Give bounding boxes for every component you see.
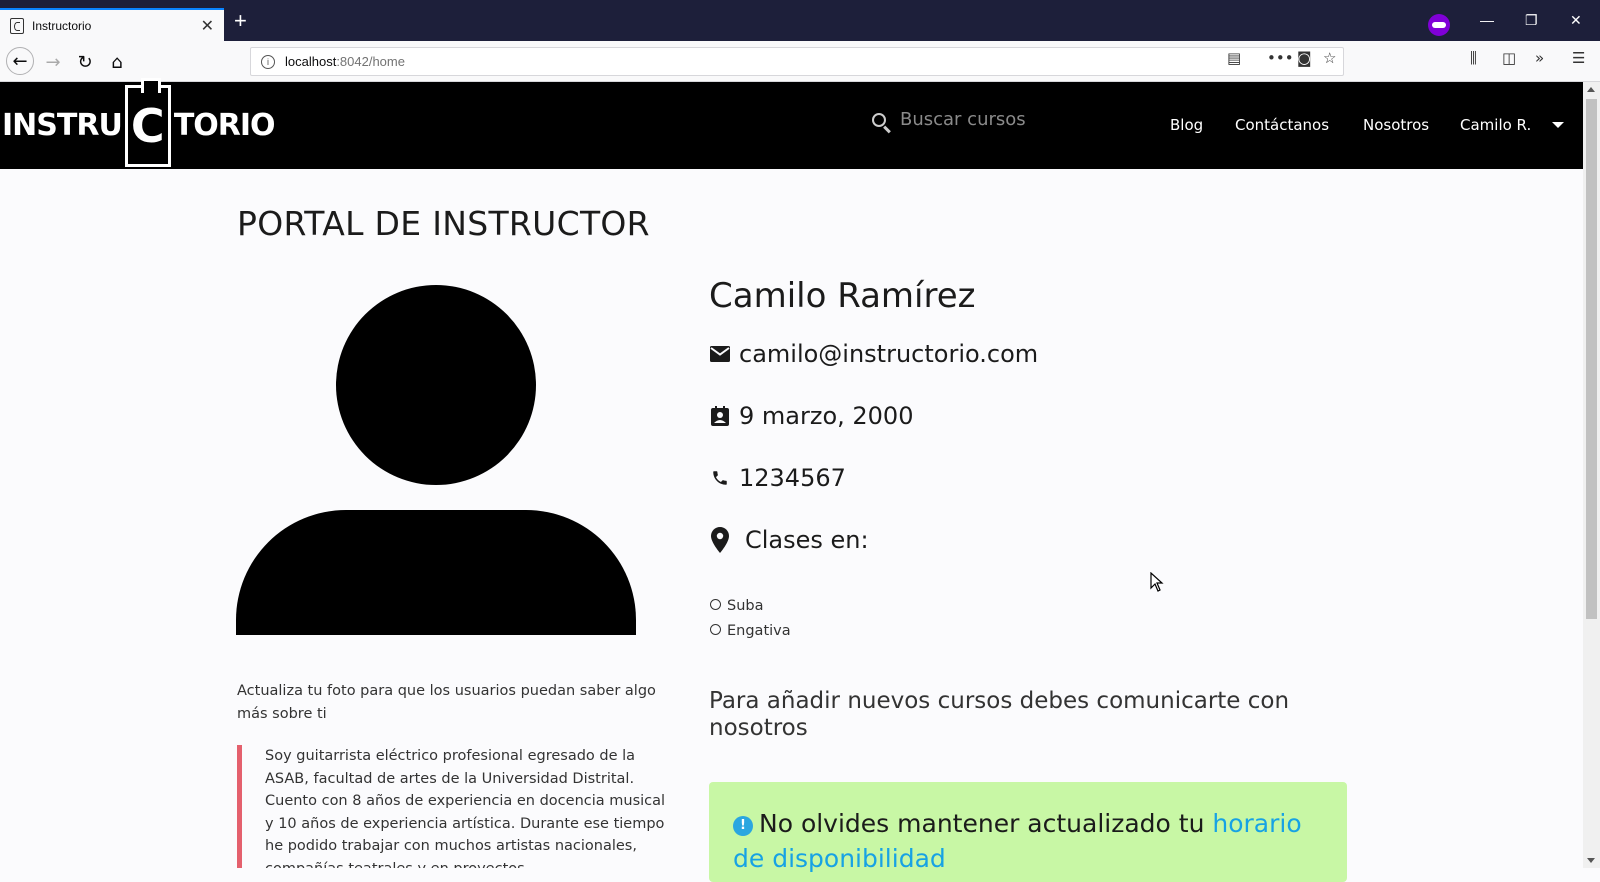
bullet-icon — [710, 599, 721, 610]
alert-text: No olvides mantener actualizado tu — [759, 809, 1213, 838]
location-list: Suba Engativa — [710, 594, 791, 644]
clipboard-logo-icon: C — [124, 77, 171, 167]
birthdate-row: 9 marzo, 2000 — [709, 402, 913, 430]
nav-user-menu[interactable]: Camilo R. — [1460, 116, 1531, 134]
alert-badge-icon: ! — [733, 816, 753, 836]
url-text: localhost:8042/home — [285, 54, 405, 69]
browser-tabbar: Instructorio ✕ + — ❐ ✕ — [0, 0, 1600, 41]
location-name: Suba — [727, 598, 764, 614]
browser-navbar: ← → ↻ ⌂ i localhost:8042/home ▤ ••• ◙ ☆ … — [0, 41, 1600, 82]
nav-contact[interactable]: Contáctanos — [1235, 116, 1329, 134]
map-pin-icon — [709, 527, 731, 553]
new-tab-icon[interactable]: + — [234, 10, 247, 32]
search-input[interactable] — [900, 109, 1100, 130]
avatar-note: Actualiza tu foto para que los usuarios … — [237, 683, 656, 722]
overflow-icon[interactable]: » — [1535, 49, 1544, 67]
back-icon[interactable]: ← — [6, 47, 34, 75]
restore-icon[interactable]: ❐ — [1525, 12, 1538, 29]
url-bar[interactable]: i localhost:8042/home — [250, 47, 1344, 76]
logo-text-mid: C — [130, 98, 165, 153]
site-logo[interactable]: INSTRU C TORIO — [2, 77, 276, 167]
scrollbar-thumb[interactable] — [1586, 99, 1597, 619]
envelope-icon — [709, 346, 731, 362]
forward-icon[interactable]: → — [40, 49, 66, 75]
logo-text-left: INSTRU — [2, 108, 123, 143]
instructor-name: Camilo Ramírez — [709, 276, 976, 316]
email-text: camilo@instructorio.com — [739, 340, 1039, 368]
phone-icon — [709, 469, 731, 487]
scroll-up-icon[interactable] — [1587, 87, 1595, 92]
birthdate-text: 9 marzo, 2000 — [739, 402, 914, 430]
close-tab-icon[interactable]: ✕ — [201, 17, 214, 34]
page-title: PORTAL DE INSTRUCTOR — [237, 204, 650, 243]
home-icon[interactable]: ⌂ — [104, 49, 130, 75]
library-icon[interactable]: ⫼ — [1470, 49, 1477, 67]
courses-note: Para añadir nuevos cursos debes comunica… — [709, 688, 1290, 741]
pocket-icon[interactable]: ◙ — [1297, 49, 1312, 67]
phone-text: 1234567 — [739, 464, 846, 492]
favicon-icon — [10, 17, 24, 34]
bullet-icon — [710, 624, 721, 635]
course-search — [872, 109, 1100, 130]
avatar-body — [236, 510, 636, 635]
search-icon[interactable] — [872, 112, 886, 127]
classes-row: Clases en: — [709, 526, 869, 554]
classes-label: Clases en: — [745, 526, 869, 554]
page-scrollbar[interactable] — [1583, 82, 1600, 868]
site-info-icon[interactable]: i — [261, 54, 275, 69]
menu-icon[interactable]: ☰ — [1572, 49, 1585, 67]
list-item: Engativa — [710, 619, 791, 644]
bookmark-star-icon[interactable]: ☆ — [1323, 49, 1336, 67]
scroll-down-icon[interactable] — [1587, 858, 1595, 863]
chevron-down-icon[interactable] — [1552, 122, 1564, 128]
location-name: Engativa — [727, 623, 791, 639]
logo-text-right: TORIO — [173, 108, 276, 143]
page-actions-icon[interactable]: ••• — [1267, 49, 1294, 67]
close-window-icon[interactable]: ✕ — [1570, 12, 1582, 29]
availability-alert: ! No olvides mantener actualizado tu hora… — [709, 782, 1347, 882]
reader-view-icon[interactable]: ▤ — [1227, 49, 1241, 67]
nav-about[interactable]: Nosotros — [1363, 116, 1429, 134]
browser-tab[interactable]: Instructorio ✕ — [0, 8, 224, 41]
reload-icon[interactable]: ↻ — [72, 49, 98, 75]
nav-blog[interactable]: Blog — [1170, 116, 1203, 134]
tab-title: Instructorio — [32, 18, 92, 33]
avatar-placeholder[interactable] — [236, 285, 636, 635]
contact-card-icon — [709, 406, 731, 426]
avatar-head — [336, 285, 536, 485]
email-row: camilo@instructorio.com — [709, 340, 1038, 368]
private-browsing-icon — [1428, 14, 1450, 36]
instructor-bio: Soy guitarrista eléctrico profesional eg… — [237, 745, 677, 868]
list-item: Suba — [710, 594, 791, 619]
sidebar-icon[interactable]: ◫ — [1502, 49, 1516, 67]
minimize-icon[interactable]: — — [1480, 12, 1494, 28]
site-header: INSTRU C TORIO Blog Contáctanos Nosotros… — [0, 77, 1583, 169]
phone-row: 1234567 — [709, 464, 846, 492]
